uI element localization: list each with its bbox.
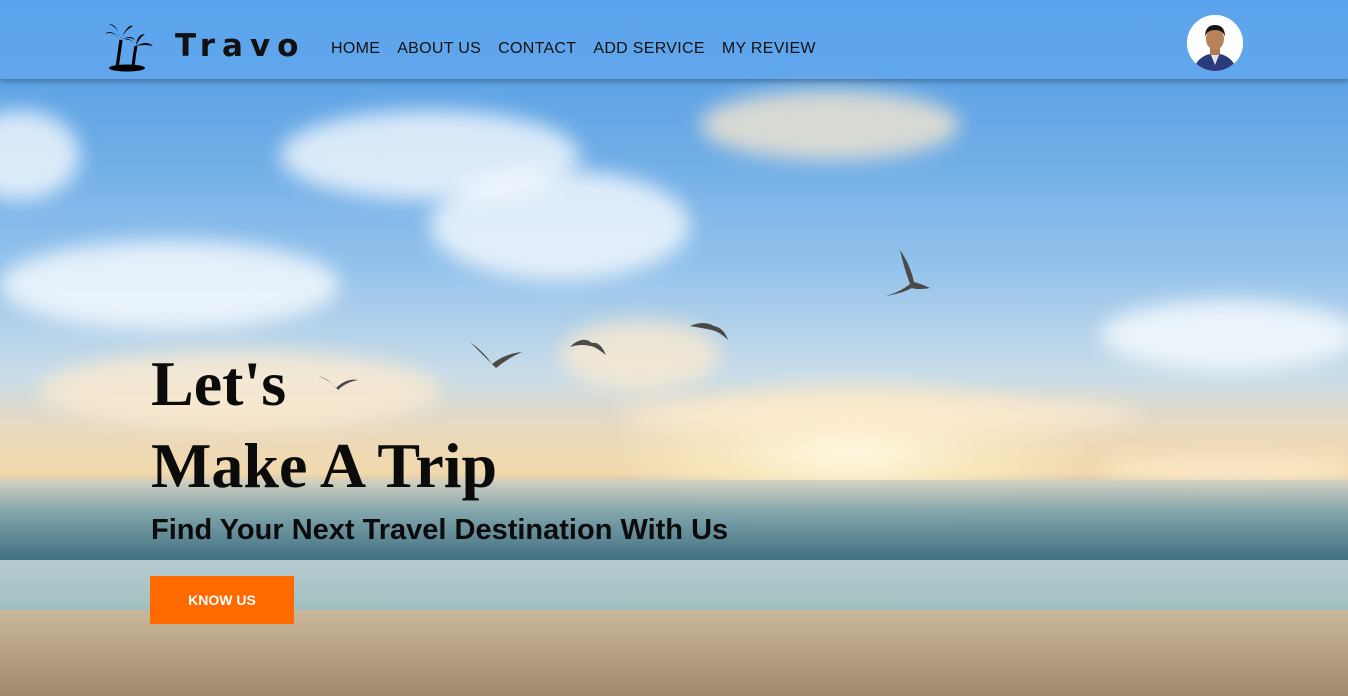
user-avatar-icon xyxy=(1187,15,1243,71)
seagull-icon xyxy=(470,342,522,368)
cloud xyxy=(620,395,1140,435)
user-avatar[interactable] xyxy=(1187,15,1243,71)
nav-contact[interactable]: CONTACT xyxy=(498,40,576,58)
seagull-icon xyxy=(886,250,930,296)
cloud xyxy=(0,240,340,330)
nav-add-service[interactable]: ADD SERVICE xyxy=(593,40,704,58)
cloud xyxy=(1100,300,1348,370)
hero-title-line1: Let's xyxy=(151,348,287,419)
seagull-icon xyxy=(690,323,728,340)
cloud xyxy=(430,170,690,280)
cloud xyxy=(0,110,80,200)
nav-my-review[interactable]: MY REVIEW xyxy=(722,40,816,58)
palm-trees-icon xyxy=(105,24,153,72)
hero-subtitle: Find Your Next Travel Destination With U… xyxy=(151,514,729,546)
main-nav: HOME ABOUT US CONTACT ADD SERVICE MY REV… xyxy=(331,40,816,58)
brand-name: Travo xyxy=(175,28,306,64)
seagull-icon xyxy=(570,339,606,355)
seagull-icon xyxy=(318,376,358,390)
know-us-button[interactable]: KNOW US xyxy=(150,576,294,624)
hero-title-line2: Make A Trip xyxy=(151,430,498,501)
cloud xyxy=(700,90,960,160)
brand-logo[interactable]: Travo xyxy=(103,20,305,72)
nav-home[interactable]: HOME xyxy=(331,40,380,58)
site-header: Travo HOME ABOUT US CONTACT ADD SERVICE … xyxy=(0,0,1348,79)
nav-about-us[interactable]: ABOUT US xyxy=(397,40,481,58)
